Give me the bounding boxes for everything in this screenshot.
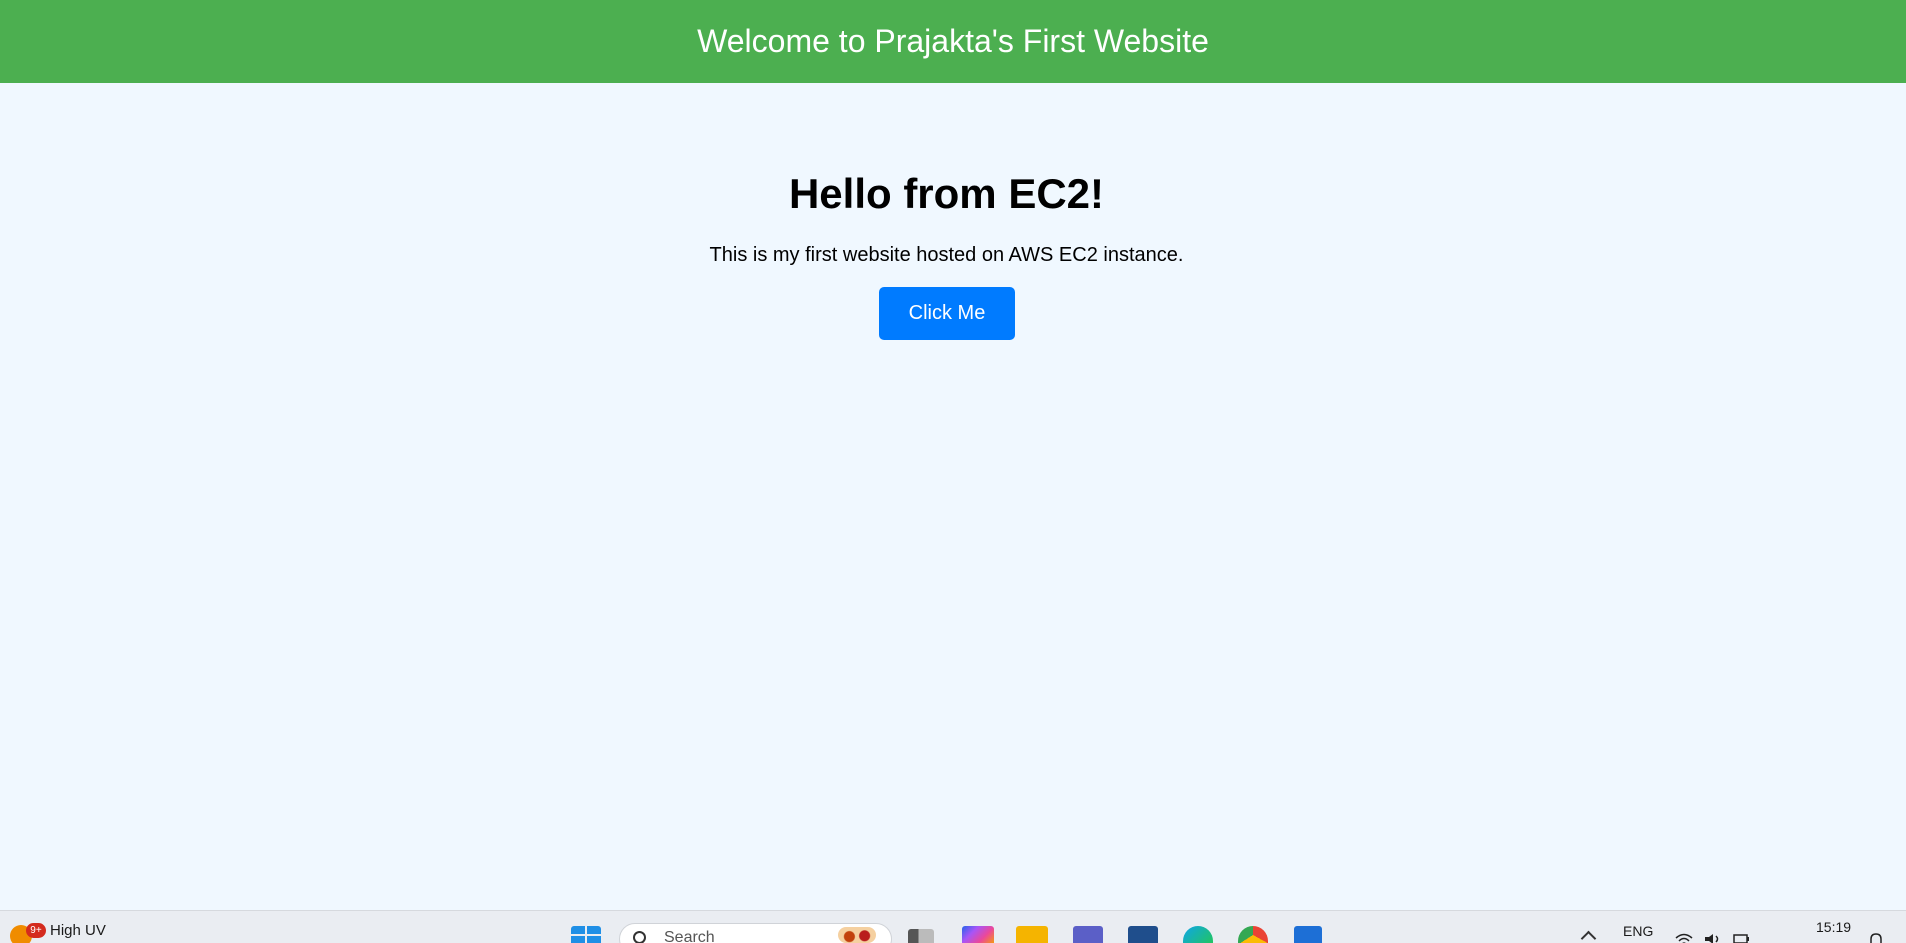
copilot-icon[interactable] bbox=[962, 926, 994, 943]
page-description: This is my first website hosted on AWS E… bbox=[709, 244, 1184, 266]
weather-text: High UV bbox=[50, 921, 106, 939]
site-header: Welcome to Prajakta's First Website bbox=[0, 0, 1906, 83]
edge-icon[interactable] bbox=[1183, 926, 1213, 943]
main-content: Hello from EC2! This is my first website… bbox=[0, 83, 1906, 910]
weather-uv-icon: 9+ bbox=[10, 923, 46, 943]
wifi-icon[interactable] bbox=[1675, 932, 1693, 943]
weather-widget[interactable]: 9+ High UV bbox=[10, 918, 106, 943]
start-icon[interactable] bbox=[571, 926, 601, 943]
store-icon[interactable] bbox=[1128, 926, 1158, 943]
chevron-up-icon[interactable] bbox=[1580, 930, 1597, 943]
search-placeholder: Search bbox=[664, 929, 715, 943]
page-heading: Hello from EC2! bbox=[788, 170, 1105, 217]
clock-time[interactable]: 15:19 bbox=[1816, 919, 1851, 935]
volume-icon[interactable] bbox=[1704, 932, 1722, 943]
search-input[interactable]: Search bbox=[619, 923, 892, 943]
click-me-button[interactable]: Click Me bbox=[879, 287, 1015, 340]
file-explorer-icon[interactable] bbox=[1016, 926, 1048, 943]
task-view-icon[interactable] bbox=[908, 929, 934, 943]
site-title: Welcome to Prajakta's First Website bbox=[697, 23, 1209, 59]
app-icon[interactable] bbox=[1294, 926, 1322, 943]
language-indicator[interactable]: ENG bbox=[1623, 923, 1653, 939]
notification-badge: 9+ bbox=[26, 923, 46, 938]
taskbar: 9+ High UV Search ENG 15:19 bbox=[0, 910, 1906, 943]
battery-icon[interactable] bbox=[1733, 932, 1751, 943]
search-icon bbox=[633, 931, 646, 943]
notification-bell-icon[interactable] bbox=[1867, 932, 1885, 943]
teams-icon[interactable] bbox=[1073, 926, 1103, 943]
search-highlight-icon bbox=[838, 927, 876, 943]
chrome-icon[interactable] bbox=[1238, 926, 1268, 943]
